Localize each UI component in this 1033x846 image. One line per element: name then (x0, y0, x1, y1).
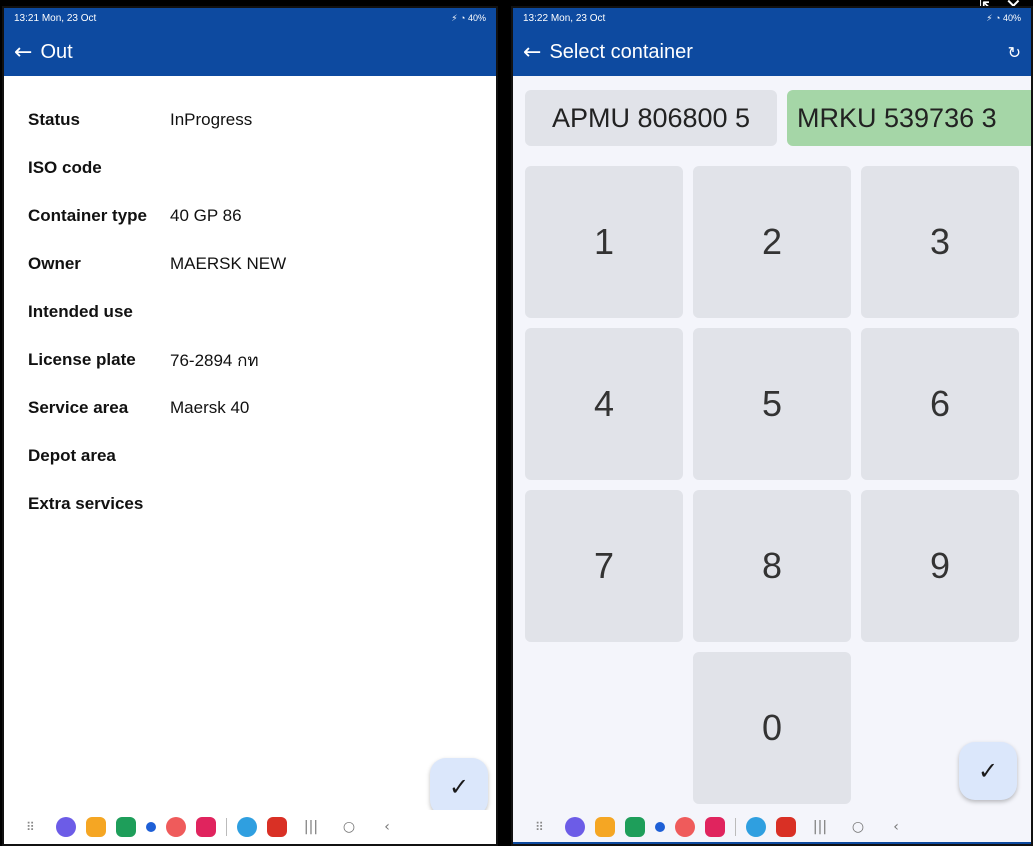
key-7[interactable]: 7 (525, 490, 683, 642)
detail-label: Status (28, 110, 80, 129)
page-title: Select container (549, 40, 693, 63)
status-date: Mon, 23 Oct (550, 12, 606, 24)
key-label: 3 (929, 221, 951, 262)
key-5[interactable]: 5 (693, 328, 851, 480)
confirm-button[interactable]: ✓ (430, 758, 488, 816)
detail-row-container-type: Container type 40 GP 86 (28, 192, 478, 240)
detail-value: 76-2894 กท (170, 350, 259, 370)
container-chip[interactable]: APMU 806800 5 (525, 90, 777, 146)
app-icon-notes[interactable] (86, 817, 106, 837)
app-icon-recent[interactable] (237, 817, 257, 837)
app-icon-recent[interactable] (746, 817, 766, 837)
key-label: 5 (761, 383, 783, 424)
key-label: 4 (593, 383, 615, 424)
detail-value: MAERSK NEW (170, 254, 287, 273)
key-3[interactable]: 3 (861, 166, 1019, 318)
key-label: 1 (593, 221, 615, 262)
key-4[interactable]: 4 (525, 328, 683, 480)
detail-label: Owner (28, 254, 81, 273)
app-icon-contacts[interactable] (675, 817, 695, 837)
select-container-screen: 13:22 Mon, 23 Oct ⚡ ◔ 40% ← Select conta… (511, 6, 1033, 846)
app-icon-phone[interactable] (116, 817, 136, 837)
app-icon-browser[interactable] (565, 817, 585, 837)
key-2[interactable]: 2 (693, 166, 851, 318)
detail-label: Depot area (28, 446, 116, 465)
key-label: 9 (929, 545, 951, 586)
app-bar: ← Out (4, 28, 496, 76)
home-icon[interactable]: ○ (335, 819, 363, 835)
back-nav-icon[interactable]: ‹ (373, 819, 401, 835)
detail-value: Maersk 40 (170, 398, 250, 417)
apps-grid-icon[interactable]: ⠿ (535, 820, 555, 834)
dock-divider (735, 818, 736, 836)
key-label: 7 (593, 545, 615, 586)
detail-list: Status InProgress ISO code Container typ… (28, 96, 478, 528)
status-time: 13:22 (523, 12, 549, 24)
recents-icon[interactable]: ||| (806, 819, 834, 835)
detail-row-intended-use: Intended use (28, 288, 478, 336)
status-bar: 13:22 Mon, 23 Oct ⚡ ◔ 40% (513, 8, 1031, 28)
back-nav-icon[interactable]: ‹ (882, 819, 910, 835)
container-chips: APMU 806800 5 MRKU 539736 3 (525, 90, 1031, 146)
chip-label: MRKU 539736 3 (797, 102, 997, 133)
detail-label: Container type (28, 206, 148, 225)
android-nav-bar: ⠿ ||| ○ ‹ (513, 810, 1031, 844)
detail-row-owner: Owner MAERSK NEW (28, 240, 478, 288)
key-label: 6 (929, 383, 951, 424)
check-icon: ✓ (977, 757, 999, 785)
app-icon-gmail[interactable] (267, 817, 287, 837)
home-icon[interactable]: ○ (844, 819, 872, 835)
app-icon-contacts[interactable] (166, 817, 186, 837)
arrow-left-icon[interactable]: ← (523, 40, 541, 65)
bottom-accent-line (513, 842, 1031, 844)
detail-row-depot-area: Depot area (28, 432, 478, 480)
refresh-icon[interactable]: ↻ (1008, 43, 1021, 62)
detail-label: Service area (28, 398, 129, 417)
detail-row-service-area: Service area Maersk 40 (28, 384, 478, 432)
key-8[interactable]: 8 (693, 490, 851, 642)
chip-label: APMU 806800 5 (551, 102, 751, 133)
key-label: 8 (761, 545, 783, 586)
key-label: 0 (761, 707, 783, 748)
key-0[interactable]: 0 (693, 652, 851, 804)
detail-value: 40 GP 86 (170, 206, 242, 225)
app-bar: ← Select container ↻ (513, 28, 1031, 76)
key-6[interactable]: 6 (861, 328, 1019, 480)
recents-icon[interactable]: ||| (297, 819, 325, 835)
app-icon-messages[interactable] (146, 822, 156, 832)
status-time: 13:21 (14, 12, 40, 24)
page-title: Out (40, 40, 73, 63)
detail-row-extra-services: Extra services (28, 480, 478, 528)
apps-grid-icon[interactable]: ⠿ (26, 820, 46, 834)
app-icon-phone[interactable] (625, 817, 645, 837)
out-screen: 13:21 Mon, 23 Oct ⚡ ◔ 40% ← Out Status I… (2, 6, 498, 846)
detail-label: License plate (28, 350, 136, 369)
detail-label: Intended use (28, 302, 133, 321)
android-nav-bar: ⠿ ||| ○ ‹ (4, 810, 496, 844)
detail-value: InProgress (170, 110, 253, 129)
detail-row-iso-code: ISO code (28, 144, 478, 192)
app-icon-notes[interactable] (595, 817, 615, 837)
app-icon-browser[interactable] (56, 817, 76, 837)
dock-divider (226, 818, 227, 836)
detail-label: Extra services (28, 494, 144, 513)
detail-row-license-plate: License plate 76-2894 กท (28, 336, 478, 384)
app-icon-camera[interactable] (196, 817, 216, 837)
status-right: ⚡ ◔ 40% (451, 12, 486, 23)
container-chip-selected[interactable]: MRKU 539736 3 (787, 90, 1031, 146)
status-date: Mon, 23 Oct (41, 12, 97, 24)
key-label: 2 (761, 221, 783, 262)
arrow-left-icon[interactable]: ← (14, 40, 32, 65)
app-icon-gmail[interactable] (776, 817, 796, 837)
app-icon-messages[interactable] (655, 822, 665, 832)
detail-row-status: Status InProgress (28, 96, 478, 144)
key-1[interactable]: 1 (525, 166, 683, 318)
app-icon-camera[interactable] (705, 817, 725, 837)
check-icon: ✓ (448, 773, 470, 801)
detail-label: ISO code (28, 158, 102, 177)
confirm-button[interactable]: ✓ (959, 742, 1017, 800)
key-9[interactable]: 9 (861, 490, 1019, 642)
status-bar: 13:21 Mon, 23 Oct ⚡ ◔ 40% (4, 8, 496, 28)
status-right: ⚡ ◔ 40% (986, 12, 1021, 23)
